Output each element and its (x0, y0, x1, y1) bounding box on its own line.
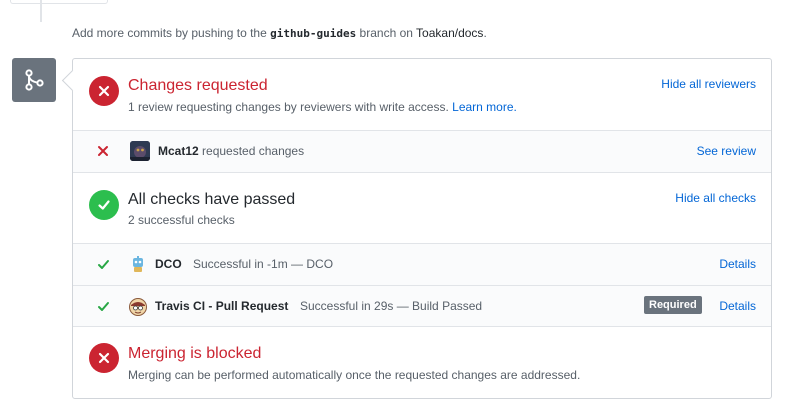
hide-all-checks-link[interactable]: Hide all checks (675, 191, 756, 205)
merging-blocked-section: Merging is blocked Merging can be perfor… (73, 327, 771, 398)
check-description: Successful in -1m — DCO (193, 257, 334, 271)
reviewer-action: requested changes (202, 144, 305, 158)
see-review-link[interactable]: See review (697, 144, 756, 158)
push-hint-middle: branch on (359, 26, 413, 40)
branch-name: github-guides (270, 27, 357, 40)
details-link[interactable]: Details (719, 299, 756, 313)
check-name: Travis CI - Pull Request (155, 299, 289, 313)
reviewer-row: Mcat12 requested changes See review (73, 131, 771, 173)
changes-requested-text: 1 review requesting changes by reviewers… (128, 100, 449, 114)
x-icon (95, 143, 111, 159)
check-description: Successful in 29s — Build Passed (300, 299, 483, 313)
check-icon (89, 190, 119, 220)
merge-status-panel: Changes requested 1 review requesting ch… (72, 58, 772, 399)
x-icon (89, 76, 119, 106)
repo-name[interactable]: Toakan/docs (416, 26, 483, 40)
push-hint: Add more commits by pushing to the githu… (72, 26, 487, 40)
hide-all-reviewers-link[interactable]: Hide all reviewers (661, 77, 756, 91)
changes-requested-section: Changes requested 1 review requesting ch… (73, 59, 771, 131)
check-icon (95, 256, 111, 272)
learn-more-link[interactable]: Learn more. (452, 100, 517, 114)
dco-app-icon (128, 255, 148, 275)
previous-timeline-item-edge (10, 0, 108, 4)
checks-subtitle: 2 successful checks (128, 213, 235, 227)
check-row-travis: Travis CI - Pull Request Successful in 2… (73, 286, 771, 327)
push-hint-prefix: Add more commits by pushing to the (72, 26, 267, 40)
merging-blocked-subtitle: Merging can be performed automatically o… (128, 368, 581, 382)
checks-title: All checks have passed (128, 191, 296, 208)
details-link[interactable]: Details (719, 257, 756, 271)
push-hint-suffix: . (483, 26, 487, 40)
merging-blocked-title: Merging is blocked (128, 345, 262, 362)
reviewer-name[interactable]: Mcat12 (158, 144, 199, 158)
timeline-line (40, 0, 42, 22)
checks-section: All checks have passed 2 successful chec… (73, 173, 771, 244)
check-icon (95, 298, 111, 314)
reviewer-status: Mcat12 requested changes (158, 144, 304, 158)
changes-requested-title: Changes requested (128, 77, 268, 94)
git-merge-icon (12, 58, 56, 102)
changes-requested-subtitle: 1 review requesting changes by reviewers… (128, 100, 517, 114)
avatar[interactable] (130, 141, 150, 161)
x-icon (89, 343, 119, 373)
check-row-dco: DCO Successful in -1m — DCO Details (73, 244, 771, 286)
required-badge: Required (644, 296, 702, 314)
travis-ci-icon (128, 297, 148, 317)
check-name: DCO (155, 257, 182, 271)
